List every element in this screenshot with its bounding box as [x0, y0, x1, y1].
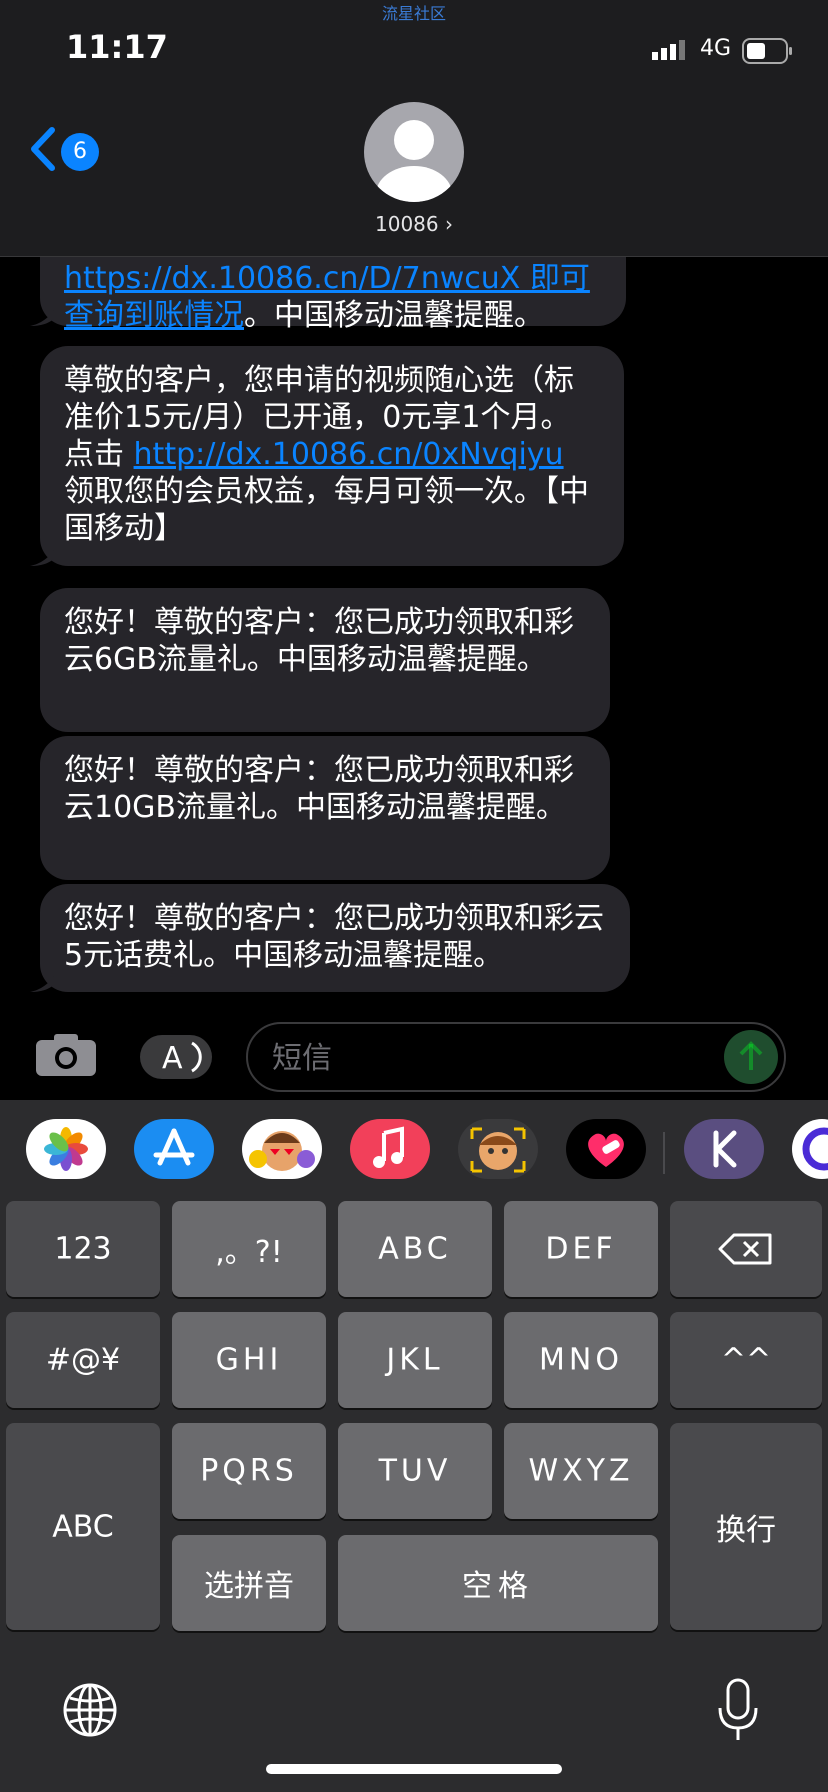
photos-app-icon[interactable]: [26, 1119, 106, 1179]
key-tuv[interactable]: TUV: [338, 1423, 492, 1519]
partial-app-icon[interactable]: [792, 1119, 828, 1179]
bubble-tail: [30, 306, 56, 326]
contact-name[interactable]: 10086 ›: [0, 212, 828, 236]
message-bubble[interactable]: 您好！尊敬的客户：您已成功领取和彩云5元话费礼。中国移动温馨提醒。: [40, 884, 630, 992]
status-time: 11:17: [66, 28, 168, 66]
globe-icon[interactable]: [62, 1682, 118, 1742]
conversation-header: 流星社区 11:17 4G 6 10086 ›: [0, 0, 828, 257]
send-button[interactable]: [724, 1030, 778, 1084]
bubble-tail: [30, 972, 56, 992]
microphone-icon[interactable]: [716, 1678, 760, 1746]
backspace-icon: [718, 1233, 772, 1265]
camera-icon[interactable]: [36, 1032, 96, 1080]
keyboard: 123 ,。?! ABC DEF #@¥ GHI JKL MNO ^^ ABC …: [0, 1190, 828, 1792]
message-bubble[interactable]: 您好！尊敬的客户：您已成功领取和彩云6GB流量礼。中国移动温馨提醒。: [40, 588, 610, 732]
key-emoticon[interactable]: ^^: [670, 1312, 822, 1408]
key-return[interactable]: 换行: [670, 1423, 822, 1630]
key-def[interactable]: DEF: [504, 1201, 658, 1297]
key-symbols[interactable]: #@¥: [6, 1312, 160, 1408]
message-text: 领取您的会员权益，每月可领一次。【中国移动】: [64, 474, 589, 546]
key-pqrs[interactable]: PQRS: [172, 1423, 326, 1519]
bubble-tail: [30, 546, 56, 566]
message-bubble[interactable]: 您好！尊敬的客户：您已成功领取和彩云10GB流量礼。中国移动温馨提醒。: [40, 736, 610, 880]
memoji-app-icon[interactable]: [458, 1119, 538, 1179]
key-punctuation[interactable]: ,。?!: [172, 1201, 326, 1297]
svg-text:A: A: [162, 1041, 183, 1076]
music-app-icon[interactable]: [350, 1119, 430, 1179]
imessage-app-strip: [0, 1100, 828, 1202]
signal-icon: [652, 40, 686, 64]
k-app-icon[interactable]: [684, 1119, 764, 1179]
key-123[interactable]: 123: [6, 1201, 160, 1297]
message-text: 。中国移动温馨提醒。: [244, 298, 544, 333]
heart-app-icon[interactable]: [566, 1119, 646, 1179]
key-backspace[interactable]: [670, 1201, 822, 1297]
app-strip-divider: [663, 1132, 665, 1174]
key-mno[interactable]: MNO: [504, 1312, 658, 1408]
contact-avatar[interactable]: [364, 102, 464, 202]
message-text: 您好！尊敬的客户：您已成功领取和彩云10GB流量礼。中国移动温馨提醒。: [64, 753, 574, 825]
unread-badge[interactable]: 6: [61, 133, 99, 171]
key-wxyz[interactable]: WXYZ: [504, 1423, 658, 1519]
home-indicator[interactable]: [266, 1764, 562, 1774]
network-type: 4G: [700, 36, 732, 61]
back-chevron-icon[interactable]: [28, 126, 58, 176]
key-ghi[interactable]: GHI: [172, 1312, 326, 1408]
key-select-pinyin[interactable]: 选拼音: [172, 1535, 326, 1631]
key-abc[interactable]: ABC: [338, 1201, 492, 1297]
key-jkl[interactable]: JKL: [338, 1312, 492, 1408]
key-abc-switch[interactable]: ABC: [6, 1423, 160, 1630]
message-text: 您好！尊敬的客户：您已成功领取和彩云6GB流量礼。中国移动温馨提醒。: [64, 605, 574, 677]
message-text: 您好！尊敬的客户：您已成功领取和彩云5元话费礼。中国移动温馨提醒。: [64, 901, 604, 973]
key-space[interactable]: 空格: [338, 1535, 658, 1631]
message-link[interactable]: http://dx.10086.cn/0xNvqiyu: [134, 437, 564, 472]
message-field[interactable]: [246, 1022, 786, 1092]
app-store-button[interactable]: A: [140, 1035, 212, 1079]
battery-icon: [742, 38, 794, 68]
message-input[interactable]: [270, 1034, 694, 1082]
stickers-app-icon[interactable]: [242, 1119, 322, 1179]
app-store-icon[interactable]: [134, 1119, 214, 1179]
watermark: 流星社区: [381, 4, 446, 23]
message-bubble[interactable]: 尊敬的客户，您申请的视频随心选（标准价15元/月）已开通，0元享1个月。点击 h…: [40, 346, 624, 566]
